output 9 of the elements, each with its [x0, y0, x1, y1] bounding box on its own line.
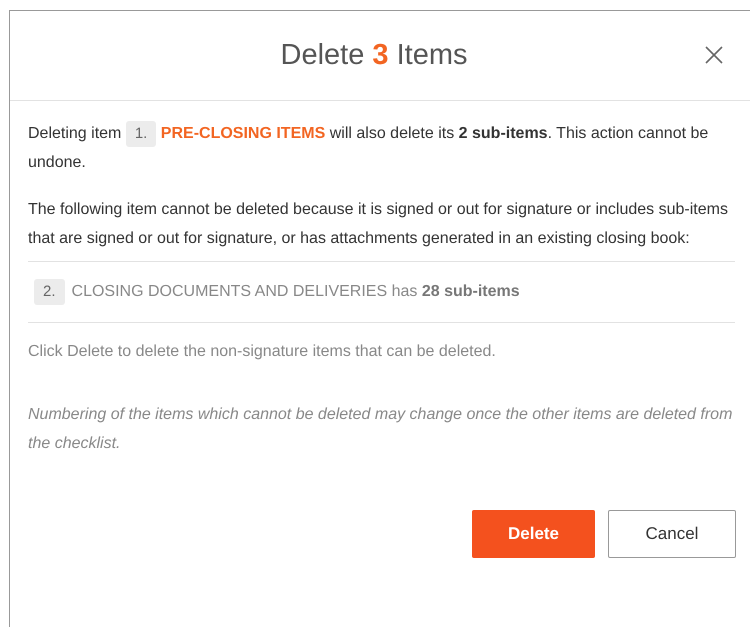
instruction-text: Click Delete to delete the non-signature items that can be deleted.	[28, 342, 497, 362]
item-number-badge: 2.	[34, 279, 65, 305]
message-text: Deleting item 1. PRE-CLOSING ITEMS will also delete its 2 sub-items. This action cannot be undone.	[28, 119, 735, 177]
dialog-title: Delete 3 Items	[280, 39, 468, 72]
close-button[interactable]	[704, 45, 724, 65]
blocked-item-text: CLOSING DOCUMENTS AND DELIVERIES has 28 sub-items	[72, 283, 520, 301]
cancel-button[interactable]: Cancel	[608, 510, 736, 558]
note-text: Numbering of the items which cannot be deleted may change once the other items are deleted from the checklist.	[28, 405, 734, 454]
message-text: The following item cannot be deleted because it is signed or out for signature or includes sub-items that are signed or out for signature, or has attachments generated in an existing closing book:	[28, 200, 729, 249]
